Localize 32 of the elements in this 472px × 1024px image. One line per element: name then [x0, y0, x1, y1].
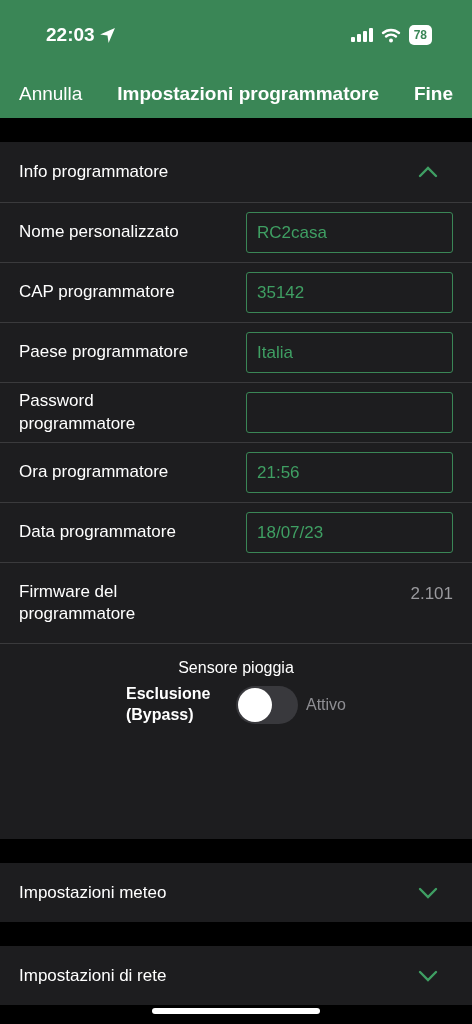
screen-title: Impostazioni programmatore: [117, 81, 380, 106]
input-field[interactable]: [246, 392, 453, 433]
field-label: Password programmatore: [19, 390, 137, 435]
input-field[interactable]: 35142: [246, 272, 453, 313]
battery-icon: 78: [408, 25, 432, 45]
field-label: Firmware del programmatore: [19, 580, 137, 625]
input-field[interactable]: 21:56: [246, 452, 453, 493]
wifi-icon: [380, 27, 401, 43]
field-label: Ora programmatore: [19, 461, 170, 484]
field-value: 2.101: [410, 583, 453, 605]
field-label: Paese programmatore: [19, 341, 190, 364]
section-title[interactable]: Info programmatore: [19, 159, 169, 185]
chevron-down-icon[interactable]: [418, 886, 438, 899]
signal-icon: [350, 28, 373, 42]
cancel-button[interactable]: Annulla: [19, 79, 83, 109]
section-title[interactable]: Impostazioni di rete: [19, 962, 167, 989]
toggle-switch[interactable]: [236, 685, 298, 724]
done-button[interactable]: Fine: [413, 79, 453, 109]
field-label: Data programmatore: [19, 521, 177, 544]
toggle-label: Attivo: [306, 694, 346, 715]
input-field[interactable]: RC2casa: [246, 212, 453, 253]
status-time: 22:03: [46, 22, 95, 47]
input-field[interactable]: Italia: [246, 332, 453, 373]
chevron-down-icon[interactable]: [418, 969, 438, 982]
toggle-label: Esclusione (Bypass): [126, 684, 212, 725]
location-arrow-icon: [98, 26, 116, 44]
chevron-up-icon[interactable]: [418, 166, 438, 178]
field-label: Nome personalizzato: [19, 221, 180, 244]
sensor-title: Sensore pioggia: [178, 658, 294, 678]
section-title[interactable]: Impostazioni meteo: [19, 879, 167, 906]
input-field[interactable]: 18/07/23: [246, 512, 453, 553]
field-label: CAP programmatore: [19, 281, 176, 304]
